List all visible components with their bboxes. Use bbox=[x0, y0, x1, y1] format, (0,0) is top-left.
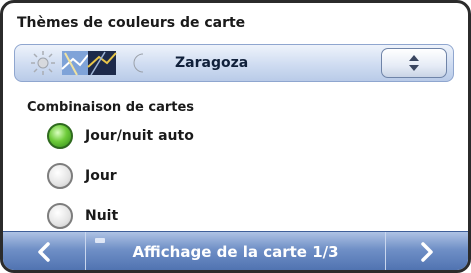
map-combination-title: Combinaison de cartes bbox=[27, 100, 195, 115]
next-page-button[interactable] bbox=[385, 232, 468, 270]
theme-preview-icons bbox=[31, 51, 144, 76]
up-down-arrows-icon bbox=[409, 55, 419, 71]
page-title: Affichage de la carte 1/3 bbox=[132, 242, 339, 261]
settings-panel: Thèmes de couleurs de carte Zaragoza Com… bbox=[9, 9, 462, 229]
radio-button[interactable] bbox=[47, 203, 73, 229]
bottom-navigation-bar: Affichage de la carte 1/3 bbox=[3, 231, 468, 270]
section-title: Thèmes de couleurs de carte bbox=[17, 15, 246, 31]
previous-page-button[interactable] bbox=[3, 232, 86, 270]
chevron-left-icon bbox=[38, 241, 50, 262]
radio-button[interactable] bbox=[47, 163, 73, 189]
night-map-thumbnail bbox=[87, 51, 117, 76]
device-screen: Thèmes de couleurs de carte Zaragoza Com… bbox=[0, 0, 471, 273]
theme-change-button[interactable] bbox=[381, 48, 447, 78]
radio-label: Jour/nuit auto bbox=[85, 128, 194, 144]
map-theme-selector[interactable]: Zaragoza bbox=[14, 44, 454, 82]
chevron-right-icon bbox=[421, 241, 433, 262]
radio-label: Jour bbox=[85, 168, 117, 184]
selected-theme-value: Zaragoza bbox=[175, 55, 249, 71]
moon-icon bbox=[133, 53, 144, 73]
radio-label: Nuit bbox=[85, 208, 119, 224]
day-map-thumbnail bbox=[61, 51, 89, 76]
radio-button-checked[interactable] bbox=[47, 123, 73, 149]
sun-icon bbox=[31, 51, 55, 75]
